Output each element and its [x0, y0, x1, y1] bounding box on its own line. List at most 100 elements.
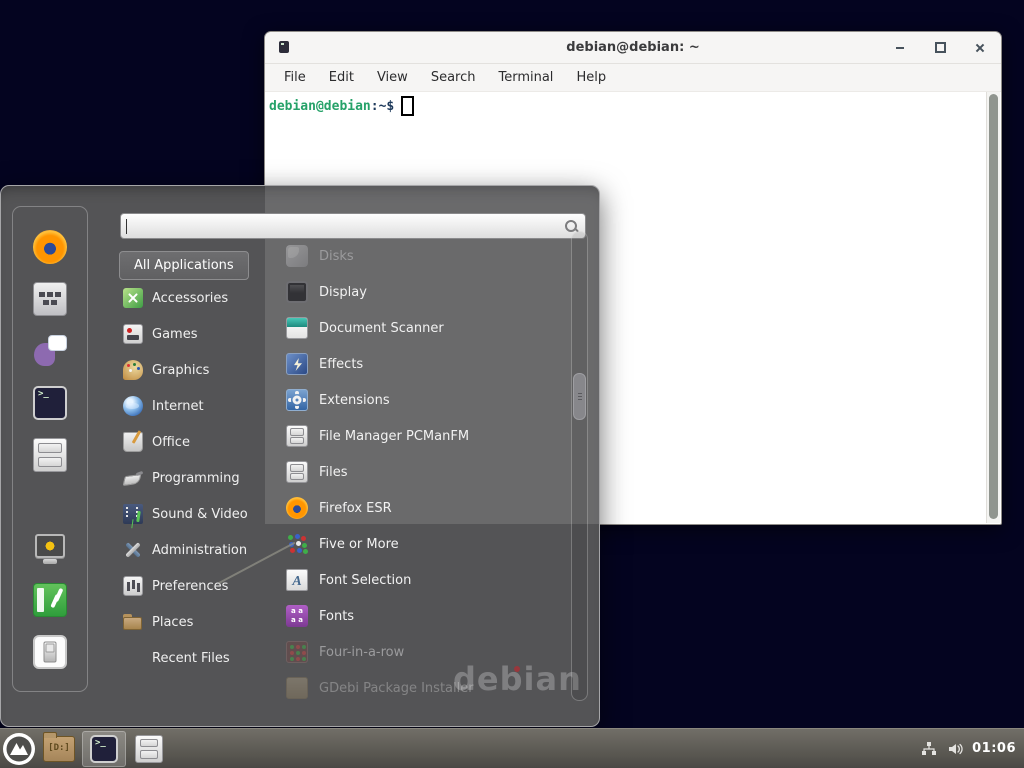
logout-icon	[33, 583, 67, 617]
terminal-titlebar[interactable]: debian@debian: ~	[265, 32, 1001, 64]
category-programming[interactable]: Programming	[119, 460, 279, 496]
clock[interactable]: 01:06	[972, 741, 1016, 756]
programming-icon	[123, 468, 143, 488]
firefox-icon	[286, 497, 308, 519]
favorite-terminal[interactable]	[33, 377, 67, 429]
files-launcher[interactable]	[128, 729, 170, 768]
app-four-in-a-row[interactable]: Four-in-a-row	[281, 634, 573, 670]
gdebi-icon	[286, 677, 308, 699]
app-display[interactable]: Display	[281, 274, 573, 310]
category-internet[interactable]: Internet	[119, 388, 279, 424]
app-font-selection[interactable]: Font Selection	[281, 562, 573, 598]
menu-scrollbar[interactable]	[571, 231, 588, 701]
terminal-task-button[interactable]	[82, 731, 126, 767]
prompt-suffix: :~$	[371, 99, 394, 114]
search-bar	[120, 213, 586, 239]
app-effects[interactable]: Effects	[281, 346, 573, 382]
app-extensions[interactable]: Extensions	[281, 382, 573, 418]
menu-scrollbar-thumb[interactable]	[573, 373, 586, 420]
file-cabinet-icon	[135, 735, 163, 763]
category-graphics[interactable]: Graphics	[119, 352, 279, 388]
app-firefox-esr[interactable]: Firefox ESR	[281, 490, 573, 526]
favorite-pidgin-messenger[interactable]	[33, 325, 67, 377]
minimize-button[interactable]	[891, 39, 909, 57]
system-tray: 01:06	[920, 729, 1024, 768]
category-places[interactable]: Places	[119, 604, 279, 640]
extensions-icon	[286, 389, 308, 411]
games-icon	[123, 324, 143, 344]
terminal-window-icon[interactable]	[279, 41, 289, 53]
menubar-item[interactable]: View	[377, 70, 408, 85]
administration-icon	[123, 540, 143, 560]
taskbar: 01:06	[0, 728, 1024, 768]
favorite-shutdown[interactable]	[33, 626, 67, 678]
app-disks[interactable]: Disks	[281, 238, 573, 274]
firefox-icon	[33, 230, 67, 264]
desktop[interactable]: debian@debian: ~ File Edit View Search Termi…	[0, 0, 1024, 768]
menubar-item[interactable]: File	[284, 70, 306, 85]
favorite-firefox[interactable]	[33, 221, 67, 273]
application-menu: debian	[0, 185, 600, 727]
category-recent-files[interactable]: Recent Files	[119, 640, 279, 676]
close-button[interactable]	[971, 39, 989, 57]
favorite-lock-screen[interactable]	[33, 522, 67, 574]
scanner-icon	[286, 317, 308, 339]
search-input[interactable]	[121, 214, 563, 238]
menubar-item[interactable]: Edit	[329, 70, 354, 85]
app-fonts[interactable]: Fonts	[281, 598, 573, 634]
category-list: Accessories Games Graphics Inter	[119, 280, 279, 676]
all-applications-button[interactable]: All Applications	[119, 251, 249, 280]
category-preferences[interactable]: Preferences	[119, 568, 279, 604]
text-caret	[126, 219, 127, 234]
menubar-item[interactable]: Terminal	[498, 70, 553, 85]
app-files[interactable]: Files	[281, 454, 573, 490]
blank-icon	[123, 648, 143, 668]
menu-button-icon	[2, 732, 36, 766]
category-sound-video[interactable]: Sound & Video	[119, 496, 279, 532]
category-column: All Applications Accessories Games	[119, 251, 279, 676]
graphics-icon	[123, 360, 143, 380]
shutdown-icon	[33, 635, 67, 669]
prompt-user: debian@debian	[269, 99, 371, 114]
places-icon	[123, 612, 143, 632]
category-games[interactable]: Games	[119, 316, 279, 352]
app-gdebi-package-installer[interactable]: GDebi Package Installer	[281, 670, 573, 706]
category-accessories[interactable]: Accessories	[119, 280, 279, 316]
network-icon[interactable]	[920, 740, 938, 758]
favorites-panel	[12, 206, 88, 692]
app-five-or-more[interactable]: Five or More	[281, 526, 573, 562]
packages-icon	[33, 282, 67, 316]
fonts-icon	[286, 605, 308, 627]
app-file-manager-pcmanfm[interactable]: File Manager PCManFM	[281, 418, 573, 454]
menubar-item[interactable]: Search	[431, 70, 476, 85]
disks-icon	[286, 245, 308, 267]
internet-icon	[123, 396, 143, 416]
fontsel-icon	[286, 569, 308, 591]
cabinet-icon	[286, 461, 308, 483]
app-list: Disks Display Document Scanner Effects	[281, 238, 573, 706]
volume-icon[interactable]	[946, 740, 964, 758]
menubar-item[interactable]: Help	[576, 70, 606, 85]
favorite-file-manager[interactable]	[33, 429, 67, 481]
pidgin-icon	[33, 334, 67, 368]
category-office[interactable]: Office	[119, 424, 279, 460]
effects-icon	[286, 353, 308, 375]
file-manager-launcher[interactable]	[38, 729, 80, 768]
terminal-cursor	[401, 96, 414, 116]
accessories-icon	[123, 288, 143, 308]
terminal-menubar: File Edit View Search Terminal Help	[265, 64, 1001, 92]
terminal-scrollbar[interactable]	[986, 92, 1000, 523]
cabinet-icon	[286, 425, 308, 447]
app-document-scanner[interactable]: Document Scanner	[281, 310, 573, 346]
soundvideo-icon	[123, 504, 143, 524]
favorite-package-manager[interactable]	[33, 273, 67, 325]
preferences-icon	[123, 576, 143, 596]
favorite-logout[interactable]	[33, 574, 67, 626]
terminal-scrollbar-thumb[interactable]	[989, 94, 998, 519]
display-icon	[286, 281, 308, 303]
cabinet-icon	[33, 438, 67, 472]
folder-icon	[43, 736, 75, 762]
menu-button[interactable]	[0, 729, 38, 768]
maximize-button[interactable]	[931, 39, 949, 57]
office-icon	[123, 432, 143, 452]
